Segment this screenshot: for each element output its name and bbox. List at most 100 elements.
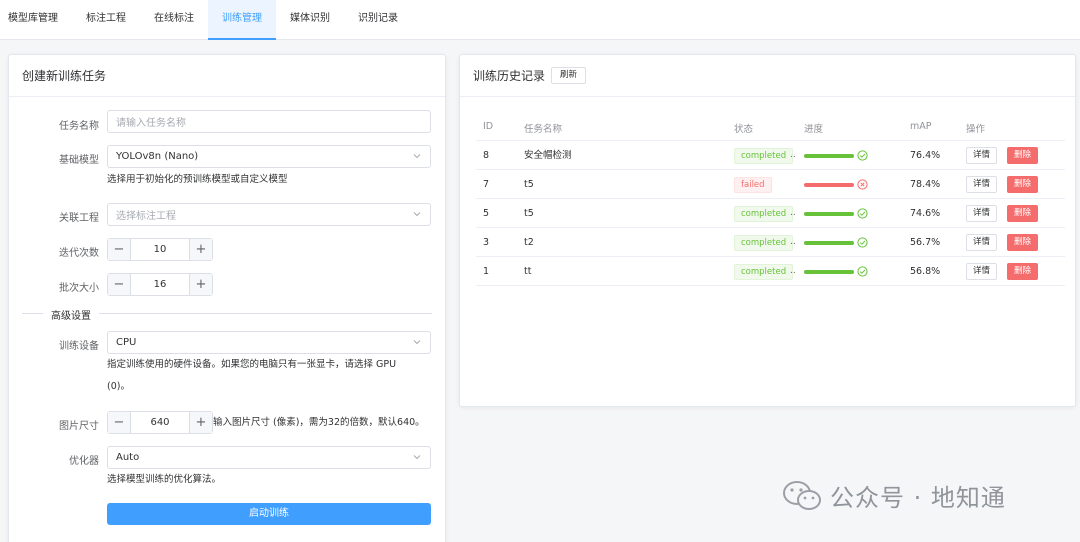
detail-button[interactable]: 详情 bbox=[966, 205, 998, 222]
optimizer-hint: 选择模型训练的优化算法。 bbox=[107, 474, 222, 485]
create-task-card: 创建新训练任务 任务名称 请输入任务名称 基础模型 YOLOv8n (Nano)… bbox=[8, 54, 446, 542]
col-map: mAP bbox=[910, 121, 932, 132]
status-ellipsis: .. bbox=[790, 237, 796, 247]
optimizer-value: Auto bbox=[116, 452, 140, 463]
row-map: 74.6% bbox=[910, 208, 941, 219]
tab-recognition-records[interactable]: 识别记录 bbox=[344, 0, 412, 40]
top-nav: 模型库管理 标注工程 在线标注 训练管理 媒体识别 识别记录 bbox=[0, 0, 1080, 40]
device-hint-line1: 指定训练使用的硬件设备。如果您的电脑只有一张显卡，请选择 GPU bbox=[107, 359, 397, 370]
row-id: 7 bbox=[483, 179, 490, 190]
task-name-label: 任务名称 bbox=[59, 121, 99, 132]
tab-online-annotation[interactable]: 在线标注 bbox=[140, 0, 208, 40]
watermark-text: 公众号 · 地知通 bbox=[830, 484, 1006, 512]
optimizer-label: 优化器 bbox=[69, 456, 99, 467]
table-row: 8 安全帽检测 completed.. 76.4% 详情 删除 bbox=[476, 141, 1065, 170]
project-select[interactable]: 选择标注工程 bbox=[107, 203, 431, 226]
delete-button[interactable]: 删除 bbox=[1007, 263, 1039, 280]
row-task-name: tt bbox=[524, 266, 532, 277]
tab-annotation-project[interactable]: 标注工程 bbox=[72, 0, 140, 40]
create-task-title: 创建新训练任务 bbox=[9, 55, 445, 97]
epochs-decrement-button[interactable]: − bbox=[108, 239, 131, 260]
table-row: 3 t2 completed.. 56.7% 详情 删除 bbox=[476, 228, 1065, 257]
col-status: 状态 bbox=[734, 124, 754, 135]
history-card: 训练历史记录 刷新 ID 任务名称 状态 进度 mAP 操作 8 安全帽检测 com… bbox=[459, 54, 1076, 407]
batch-increment-button[interactable]: + bbox=[189, 274, 212, 295]
check-circle-icon bbox=[857, 237, 868, 248]
status-ellipsis: .. bbox=[790, 208, 796, 218]
imgsize-stepper[interactable]: − 640 + bbox=[107, 411, 213, 434]
col-task-name: 任务名称 bbox=[524, 124, 563, 135]
table-row: 5 t5 completed.. 74.6% 详情 删除 bbox=[476, 199, 1065, 228]
device-label: 训练设备 bbox=[59, 341, 99, 352]
delete-button[interactable]: 删除 bbox=[1007, 147, 1039, 164]
delete-button[interactable]: 删除 bbox=[1007, 176, 1039, 193]
row-id: 5 bbox=[483, 208, 490, 219]
table-row: 1 tt completed.. 56.8% 详情 删除 bbox=[476, 257, 1065, 286]
project-placeholder: 选择标注工程 bbox=[116, 211, 176, 222]
base-model-label: 基础模型 bbox=[59, 155, 99, 166]
chevron-down-icon bbox=[413, 340, 421, 345]
check-circle-icon bbox=[857, 208, 868, 219]
refresh-button[interactable]: 刷新 bbox=[551, 67, 587, 84]
history-header: 训练历史记录 刷新 bbox=[460, 55, 1075, 97]
epochs-increment-button[interactable]: + bbox=[189, 239, 212, 260]
project-label: 关联工程 bbox=[59, 213, 99, 224]
base-model-value: YOLOv8n (Nano) bbox=[116, 151, 199, 162]
epochs-stepper[interactable]: − 10 + bbox=[107, 238, 213, 261]
batch-label: 批次大小 bbox=[59, 283, 99, 294]
check-circle-icon bbox=[857, 150, 868, 161]
detail-button[interactable]: 详情 bbox=[966, 176, 998, 193]
status-ellipsis: .. bbox=[790, 150, 796, 160]
close-circle-icon bbox=[857, 179, 868, 190]
progress-bar bbox=[804, 241, 854, 245]
advanced-settings-label: 高级设置 bbox=[43, 307, 99, 322]
optimizer-select[interactable]: Auto bbox=[107, 446, 431, 469]
row-task-name: 安全帽检测 bbox=[524, 150, 572, 161]
chevron-down-icon bbox=[413, 212, 421, 217]
wechat-icon bbox=[783, 480, 821, 510]
batch-decrement-button[interactable]: − bbox=[108, 274, 131, 295]
delete-button[interactable]: 删除 bbox=[1007, 234, 1039, 251]
batch-stepper[interactable]: − 16 + bbox=[107, 273, 213, 296]
status-badge: completed bbox=[734, 206, 794, 222]
batch-value[interactable]: 16 bbox=[131, 274, 189, 295]
progress-bar bbox=[804, 270, 854, 274]
imgsize-label: 图片尺寸 bbox=[59, 421, 99, 432]
progress-bar bbox=[804, 183, 854, 187]
detail-button[interactable]: 详情 bbox=[966, 147, 998, 164]
create-task-title-text: 创建新训练任务 bbox=[22, 69, 107, 83]
row-id: 8 bbox=[483, 150, 490, 161]
base-model-hint: 选择用于初始化的预训练模型或自定义模型 bbox=[107, 174, 288, 185]
col-actions: 操作 bbox=[966, 124, 986, 135]
device-select[interactable]: CPU bbox=[107, 331, 431, 354]
base-model-select[interactable]: YOLOv8n (Nano) bbox=[107, 145, 431, 168]
start-training-button[interactable]: 启动训练 bbox=[107, 503, 431, 525]
watermark: 公众号 · 地知通 bbox=[782, 478, 1006, 513]
row-task-name: t5 bbox=[524, 208, 534, 219]
imgsize-decrement-button[interactable]: − bbox=[108, 412, 131, 433]
imgsize-hint: 输入图片尺寸 (像素)，需为32的倍数，默认640。 bbox=[213, 417, 425, 428]
table-row: 7 t5 failed 78.4% 详情 删除 bbox=[476, 170, 1065, 199]
status-badge: failed bbox=[734, 177, 772, 193]
detail-button[interactable]: 详情 bbox=[966, 234, 998, 251]
epochs-value[interactable]: 10 bbox=[131, 239, 189, 260]
delete-button[interactable]: 删除 bbox=[1007, 205, 1039, 222]
imgsize-increment-button[interactable]: + bbox=[189, 412, 212, 433]
imgsize-value[interactable]: 640 bbox=[131, 412, 189, 433]
task-name-input[interactable]: 请输入任务名称 bbox=[107, 110, 431, 133]
tab-model-library[interactable]: 模型库管理 bbox=[0, 0, 72, 40]
row-map: 56.7% bbox=[910, 237, 941, 248]
progress-bar bbox=[804, 154, 854, 158]
history-title: 训练历史记录 bbox=[473, 69, 546, 83]
status-badge: completed bbox=[734, 235, 794, 251]
col-id: ID bbox=[483, 121, 494, 132]
status-badge: completed bbox=[734, 148, 794, 164]
row-id: 3 bbox=[483, 237, 490, 248]
epochs-label: 迭代次数 bbox=[59, 248, 99, 259]
tab-media-recognition[interactable]: 媒体识别 bbox=[276, 0, 344, 40]
detail-button[interactable]: 详情 bbox=[966, 263, 998, 280]
row-id: 1 bbox=[483, 266, 490, 277]
tab-training-management[interactable]: 训练管理 bbox=[208, 0, 276, 40]
row-task-name: t5 bbox=[524, 179, 534, 190]
row-task-name: t2 bbox=[524, 237, 534, 248]
